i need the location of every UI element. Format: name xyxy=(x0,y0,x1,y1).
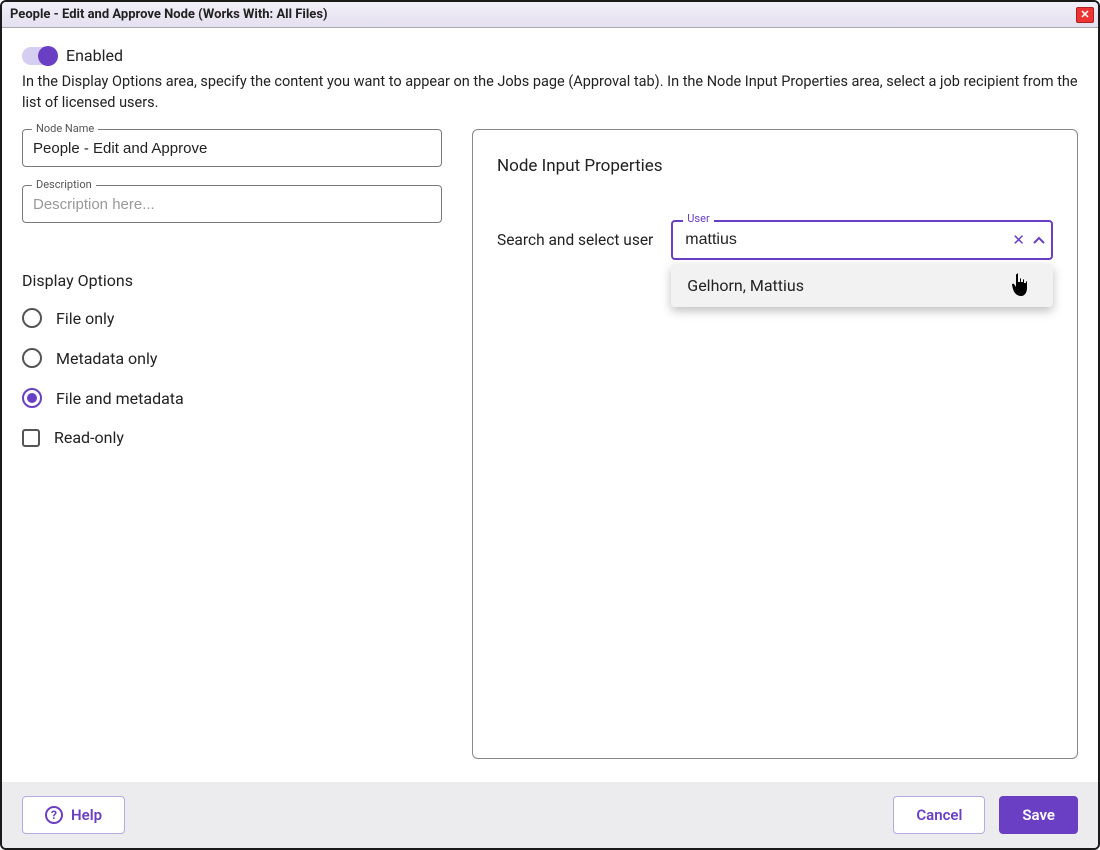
footer-right: Cancel Save xyxy=(893,796,1078,834)
enabled-toggle-row[interactable]: Enabled xyxy=(22,46,1078,65)
close-icon: ✕ xyxy=(1080,8,1089,21)
radio-label: File only xyxy=(56,309,115,328)
description-field-wrap: Description xyxy=(22,185,442,223)
close-button[interactable]: ✕ xyxy=(1076,7,1094,23)
search-select-label: Search and select user xyxy=(497,231,653,249)
radio-file-only[interactable]: File only xyxy=(22,308,442,328)
intro-text: In the Display Options area, specify the… xyxy=(22,71,1078,113)
dropdown-item[interactable]: Gelhorn, Mattius xyxy=(671,264,1053,307)
checkbox-read-only[interactable]: Read-only xyxy=(22,428,442,447)
footer: ? Help Cancel Save xyxy=(2,782,1098,848)
display-options-title: Display Options xyxy=(22,271,442,290)
dialog-window: People - Edit and Approve Node (Works Wi… xyxy=(0,0,1100,850)
user-search-row: Search and select user User ✕ xyxy=(497,220,1053,260)
radio-label: Metadata only xyxy=(56,349,157,368)
node-name-field-wrap: Node Name xyxy=(22,129,442,167)
user-field-label: User xyxy=(683,212,713,225)
combo-controls: ✕ xyxy=(1012,220,1045,260)
help-icon: ? xyxy=(45,806,63,824)
user-combobox: User ✕ Gelhorn, Mattius xyxy=(671,220,1053,260)
radio-label: File and metadata xyxy=(56,389,184,408)
radio-icon xyxy=(22,348,42,368)
radio-icon xyxy=(22,308,42,328)
node-name-label: Node Name xyxy=(32,122,98,135)
checkbox-icon xyxy=(22,429,40,447)
enabled-toggle[interactable] xyxy=(22,47,56,65)
node-input-properties-panel: Node Input Properties Search and select … xyxy=(472,129,1078,759)
content-area: Enabled In the Display Options area, spe… xyxy=(2,28,1098,782)
help-label: Help xyxy=(71,806,102,824)
save-button[interactable]: Save xyxy=(999,796,1078,834)
description-label: Description xyxy=(32,178,96,191)
user-dropdown: Gelhorn, Mattius xyxy=(671,264,1053,307)
enabled-label: Enabled xyxy=(66,46,123,65)
window-title: People - Edit and Approve Node (Works Wi… xyxy=(10,7,328,22)
radio-metadata-only[interactable]: Metadata only xyxy=(22,348,442,368)
columns: Node Name Description Display Options Fi… xyxy=(22,129,1078,782)
cancel-button[interactable]: Cancel xyxy=(893,796,985,834)
clear-icon[interactable]: ✕ xyxy=(1012,231,1025,249)
save-label: Save xyxy=(1022,806,1055,824)
right-column: Node Input Properties Search and select … xyxy=(472,129,1078,782)
chevron-up-icon[interactable] xyxy=(1033,236,1045,244)
checkbox-label: Read-only xyxy=(54,428,124,447)
left-column: Node Name Description Display Options Fi… xyxy=(22,129,442,782)
help-button[interactable]: ? Help xyxy=(22,796,125,834)
cancel-label: Cancel xyxy=(916,806,962,824)
panel-title: Node Input Properties xyxy=(497,156,1053,176)
radio-file-and-metadata[interactable]: File and metadata xyxy=(22,388,442,408)
user-search-input[interactable] xyxy=(671,220,1053,260)
radio-icon xyxy=(22,388,42,408)
title-bar: People - Edit and Approve Node (Works Wi… xyxy=(2,2,1098,28)
toggle-knob xyxy=(38,46,58,66)
